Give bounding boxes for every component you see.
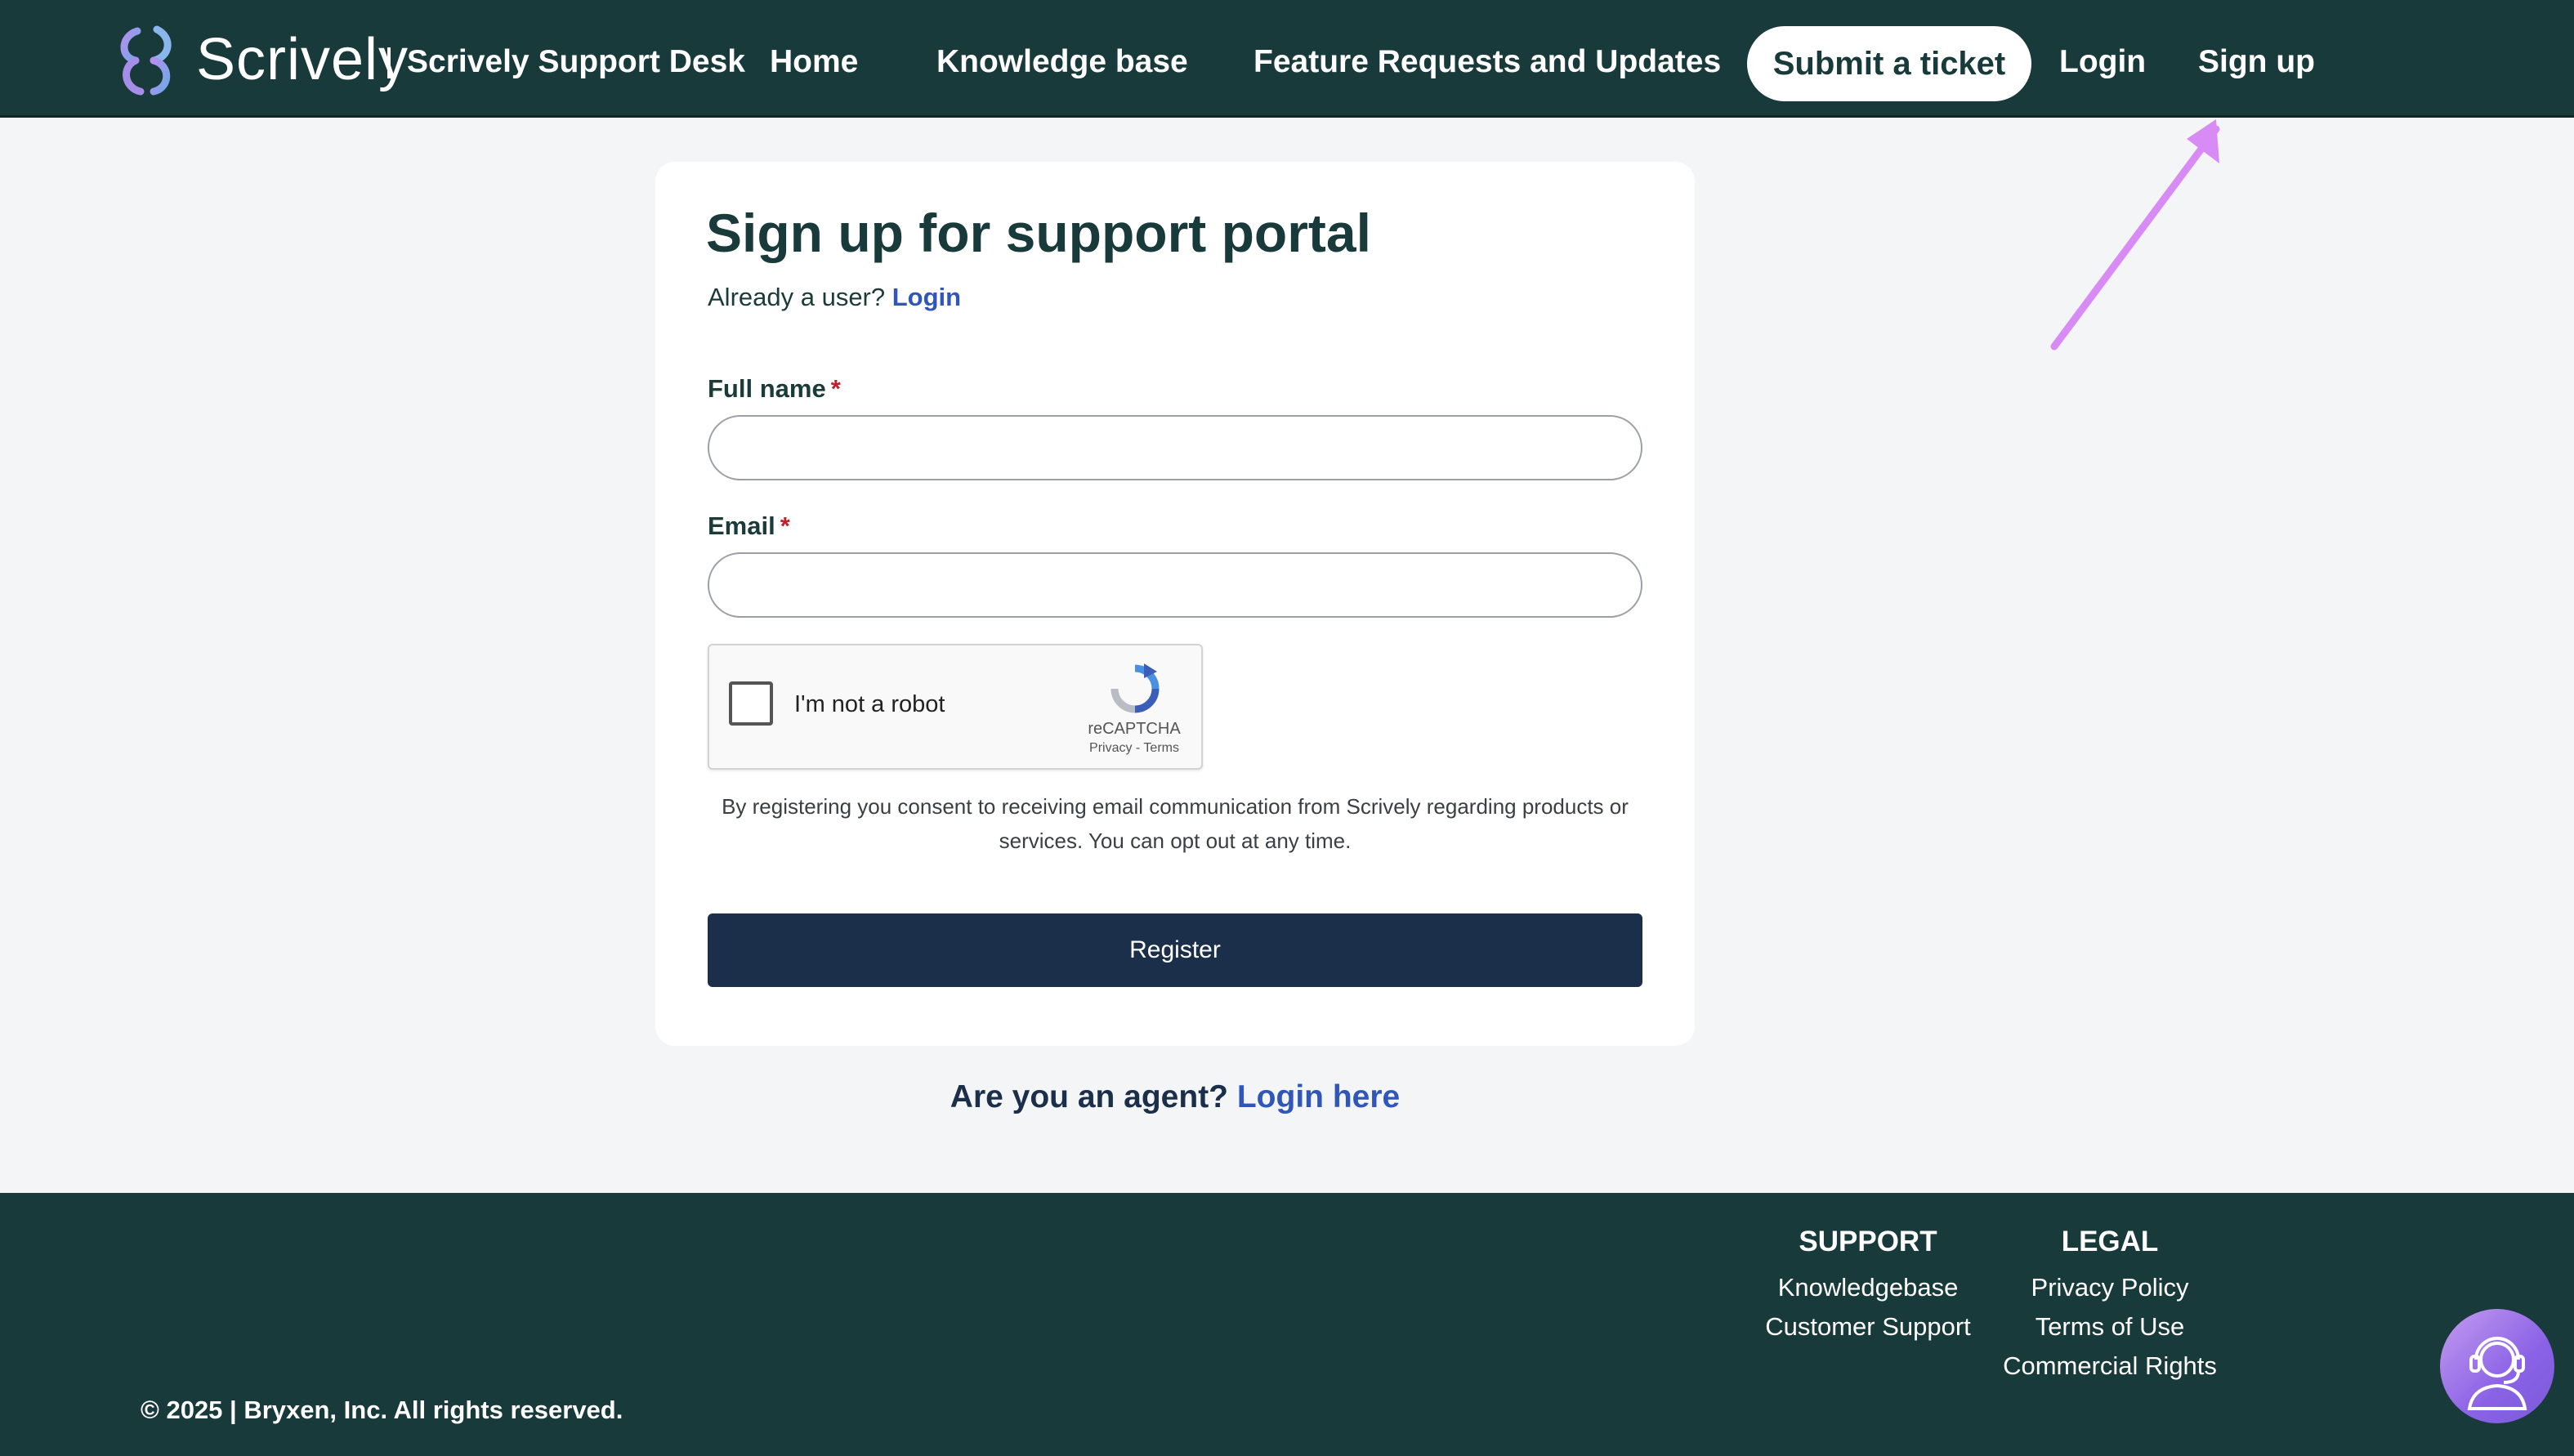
already-user-label: Already a user? xyxy=(708,283,886,311)
footer-link-privacy-policy[interactable]: Privacy Policy xyxy=(1994,1268,2226,1307)
footer-link-knowledgebase[interactable]: Knowledgebase xyxy=(1755,1268,1981,1307)
consent-text: By registering you consent to receiving … xyxy=(722,794,1629,853)
page-title: Sign up for support portal xyxy=(706,203,1371,263)
register-button[interactable]: Register xyxy=(708,913,1642,987)
nav-login[interactable]: Login xyxy=(2059,38,2146,87)
recaptcha-logo-icon xyxy=(1110,663,1160,713)
already-user-text: Already a user? Login xyxy=(708,278,961,317)
nav-sign-up[interactable]: Sign up xyxy=(2198,38,2315,87)
brand-divider xyxy=(387,47,391,78)
email-input[interactable] xyxy=(708,552,1642,618)
recaptcha-checkbox[interactable] xyxy=(729,681,773,726)
email-label: Email * xyxy=(708,507,790,546)
copyright-text: © 2025 | Bryxen, Inc. All rights reserve… xyxy=(141,1396,623,1424)
top-navigation-bar: Scrively Scrively Support Desk Home Know… xyxy=(0,0,2574,118)
recaptcha-privacy-terms[interactable]: Privacy - Terms xyxy=(1077,740,1191,757)
agent-login-link[interactable]: Login here xyxy=(1237,1079,1400,1114)
full-name-label: Full name * xyxy=(708,369,841,409)
footer-link-commercial-rights[interactable]: Commercial Rights xyxy=(1994,1347,2226,1386)
submit-ticket-button[interactable]: Submit a ticket xyxy=(1747,26,2031,101)
brand-name[interactable]: Scrively xyxy=(196,23,409,96)
footer-support-title: SUPPORT xyxy=(1799,1226,1937,1257)
support-chat-button[interactable] xyxy=(2440,1309,2554,1423)
agent-login-prompt: Are you an agent? Login here xyxy=(655,1074,1695,1121)
full-name-input[interactable] xyxy=(708,415,1642,480)
login-link[interactable]: Login xyxy=(892,283,961,311)
recaptcha-widget: I'm not a robot reCAPTCHA Privacy - Term… xyxy=(708,644,1203,770)
required-marker: * xyxy=(830,374,841,403)
nav-feature-requests[interactable]: Feature Requests and Updates xyxy=(1253,38,1721,87)
nav-home[interactable]: Home xyxy=(770,38,858,87)
nav-knowledge-base[interactable]: Knowledge base xyxy=(936,38,1188,87)
annotation-arrow-icon xyxy=(2050,119,2220,351)
scrively-logo-icon[interactable] xyxy=(113,25,181,96)
recaptcha-brand: reCAPTCHA xyxy=(1088,720,1181,738)
footer-legal-title: LEGAL xyxy=(2061,1226,2159,1257)
footer-link-terms-of-use[interactable]: Terms of Use xyxy=(1994,1307,2226,1347)
footer-link-customer-support[interactable]: Customer Support xyxy=(1755,1307,1981,1347)
agent-question: Are you an agent? xyxy=(950,1079,1229,1114)
email-label-text: Email xyxy=(708,511,775,540)
portal-name[interactable]: Scrively Support Desk xyxy=(407,38,745,87)
headset-agent-icon xyxy=(2467,1337,2527,1410)
recaptcha-label: I'm not a robot xyxy=(794,691,945,717)
full-name-label-text: Full name xyxy=(708,374,826,403)
required-marker: * xyxy=(780,511,790,540)
